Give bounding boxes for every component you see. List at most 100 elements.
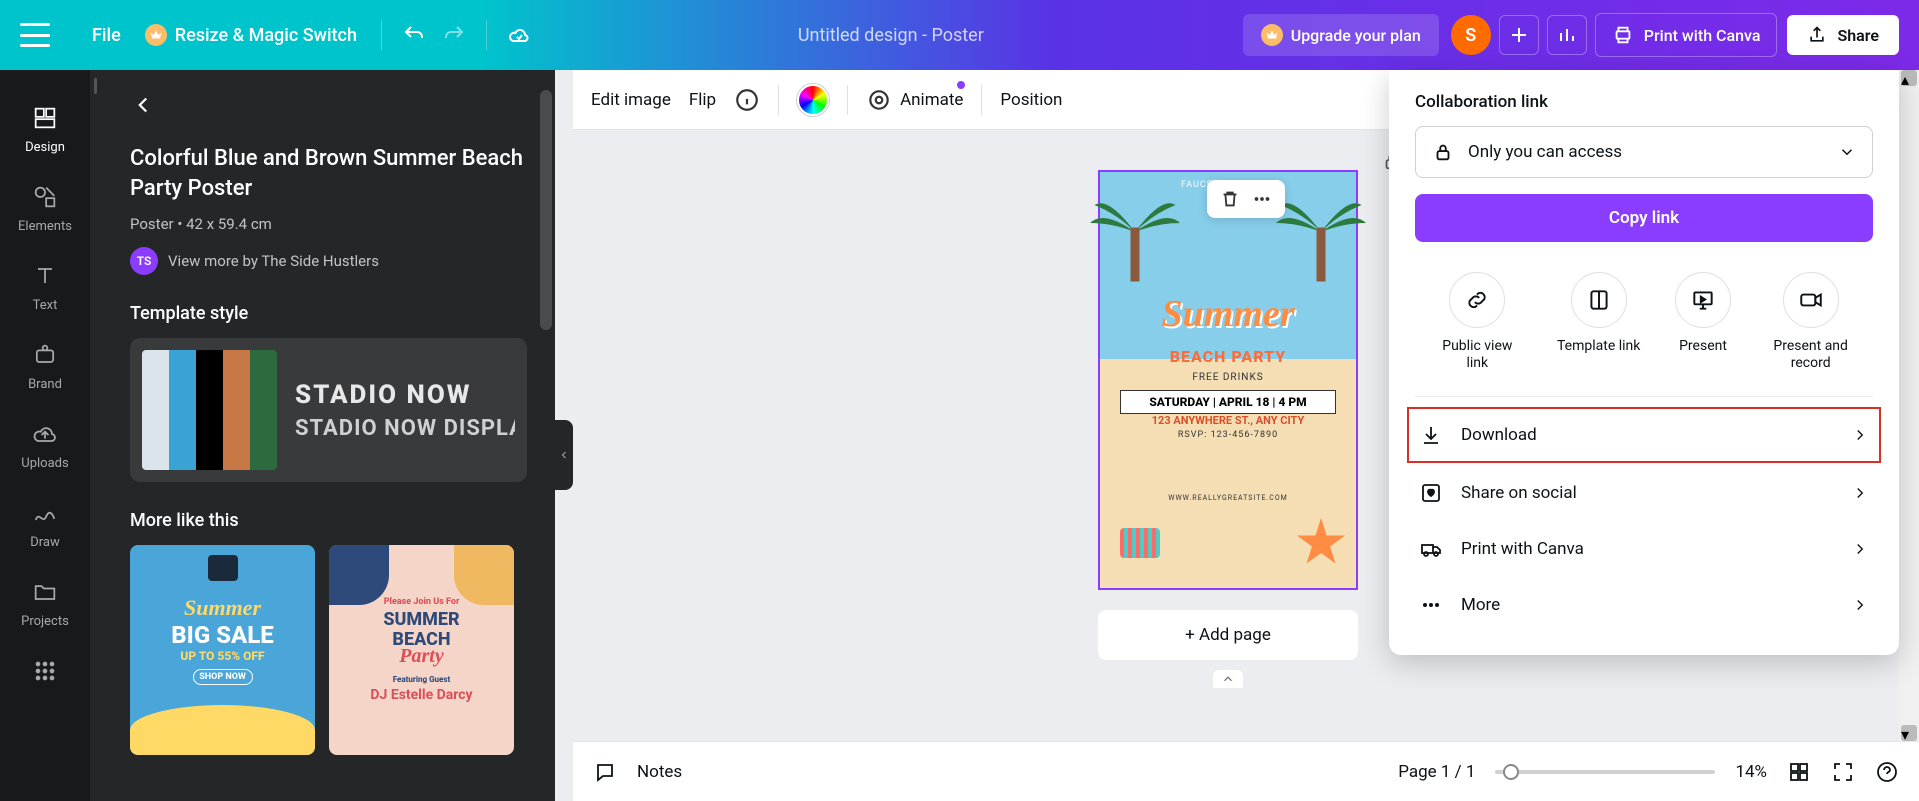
template-thumbnail[interactable]: Summer BIG SALE UP TO 55% OFF SHOP NOW [130, 545, 315, 755]
thumb-text: Featuring Guest [329, 675, 514, 684]
palm-tree-icon [1090, 172, 1180, 292]
link-icon [1449, 272, 1505, 328]
thumb-text: Summer [130, 595, 315, 621]
lock-icon [1432, 141, 1454, 163]
notes-icon[interactable] [593, 760, 617, 784]
collaboration-link-heading: Collaboration link [1415, 92, 1873, 112]
main-scrollbar[interactable]: ▴ ▾ [1899, 70, 1919, 741]
template-style-card[interactable]: STADIO NOW STADIO NOW DISPLAY [130, 338, 527, 482]
menu-label: More [1461, 595, 1500, 615]
zoom-slider-thumb[interactable] [1503, 764, 1519, 780]
nav-elements[interactable]: Elements [0, 169, 90, 248]
zoom-level[interactable]: 14% [1735, 762, 1767, 782]
share-menu-list: Download Share on social Print with Canv… [1415, 397, 1873, 633]
nav-label: Draw [30, 535, 60, 550]
print-canva-menu-item[interactable]: Print with Canva [1415, 521, 1873, 577]
nav-apps[interactable] [0, 643, 90, 699]
access-level-select[interactable]: Only you can access [1415, 126, 1873, 178]
design-title[interactable]: Untitled design - Poster [539, 25, 1243, 46]
rail-handle [90, 70, 102, 801]
nav-text[interactable]: Text [0, 248, 90, 327]
color-picker[interactable] [797, 84, 829, 116]
element-context-menu [1207, 180, 1285, 218]
position-button[interactable]: Position [1000, 90, 1062, 110]
public-view-link-option[interactable]: Public view link [1432, 272, 1522, 372]
poster-address: 123 ANYWHERE ST., ANY CITY [1100, 414, 1356, 427]
copy-link-button[interactable]: Copy link [1415, 194, 1873, 242]
print-with-canva-button[interactable]: Print with Canva [1595, 13, 1778, 57]
nav-design[interactable]: Design [0, 90, 90, 169]
delete-icon[interactable] [1219, 188, 1241, 210]
template-thumbnail[interactable]: Please Join Us For SUMMER BEACH Party Fe… [329, 545, 514, 755]
nav-brand[interactable]: Brand [0, 327, 90, 406]
user-avatar[interactable]: S [1451, 15, 1491, 55]
option-label: Present and record [1766, 338, 1856, 372]
design-canvas[interactable]: FAUCET & FRIENDS Summer BEACH PARTY FREE… [1098, 170, 1358, 590]
collapse-pages-button[interactable] [1213, 670, 1243, 688]
share-button[interactable]: Share [1787, 15, 1899, 55]
back-button[interactable] [130, 92, 527, 122]
resize-magic-switch[interactable]: Resize & Magic Switch [133, 16, 369, 54]
font-preview: STADIO NOW STADIO NOW DISPLAY [295, 380, 515, 441]
more-options-icon[interactable] [1251, 188, 1273, 210]
help-icon[interactable] [1875, 760, 1899, 784]
share-social-menu-item[interactable]: Share on social [1415, 465, 1873, 521]
scrollbar-thumb[interactable] [540, 90, 552, 330]
menu-label: Share on social [1461, 483, 1577, 503]
divider [486, 20, 487, 50]
undo-button[interactable] [394, 15, 434, 55]
file-menu[interactable]: File [80, 17, 133, 54]
author-link[interactable]: TS View more by The Side Hustlers [130, 247, 527, 275]
fullscreen-icon[interactable] [1831, 760, 1855, 784]
template-link-option[interactable]: Template link [1557, 272, 1640, 372]
collapse-panel-button[interactable] [555, 420, 573, 490]
flip-button[interactable]: Flip [689, 90, 716, 110]
more-like-this-heading: More like this [130, 510, 527, 531]
resize-label: Resize & Magic Switch [175, 25, 357, 46]
poster-subtitle: BEACH PARTY [1100, 347, 1356, 366]
present-option[interactable]: Present [1675, 272, 1731, 372]
thumb-text: DJ Estelle Darcy [329, 687, 514, 703]
divider [981, 85, 982, 115]
chevron-down-icon [1838, 143, 1856, 161]
nav-label: Brand [28, 377, 62, 392]
info-icon[interactable] [734, 87, 760, 113]
animate-button[interactable]: Animate [866, 87, 963, 113]
chevron-right-icon [1851, 426, 1869, 444]
poster-drinks: FREE DRINKS [1100, 372, 1356, 383]
share-label: Share [1837, 26, 1879, 45]
nav-projects[interactable]: Projects [0, 564, 90, 643]
chevron-right-icon [1851, 540, 1869, 558]
crown-icon [145, 24, 167, 46]
scroll-up-button[interactable]: ▴ [1901, 70, 1917, 86]
download-menu-item[interactable]: Download [1407, 407, 1881, 463]
menu-button[interactable] [20, 23, 50, 47]
upgrade-button[interactable]: Upgrade your plan [1243, 14, 1439, 56]
page-indicator[interactable]: Page 1 / 1 [1398, 762, 1475, 782]
scroll-down-button[interactable]: ▾ [1901, 725, 1917, 741]
poster-website: WWW.REALLYGREATSITE.COM [1100, 494, 1356, 502]
add-member-button[interactable] [1499, 15, 1539, 55]
cloud-sync-icon[interactable] [499, 15, 539, 55]
notification-dot-icon [957, 81, 965, 89]
heart-icon [1419, 481, 1443, 505]
nav-uploads[interactable]: Uploads [0, 406, 90, 485]
author-text: View more by The Side Hustlers [168, 252, 379, 270]
present-record-option[interactable]: Present and record [1766, 272, 1856, 372]
option-label: Template link [1557, 338, 1640, 355]
menu-label: Print with Canva [1461, 539, 1584, 559]
bottom-bar: Notes Page 1 / 1 14% [573, 741, 1919, 801]
notes-button[interactable]: Notes [637, 762, 682, 782]
analytics-button[interactable] [1547, 15, 1587, 55]
present-icon [1675, 272, 1731, 328]
camera-icon [1783, 272, 1839, 328]
add-page-button[interactable]: + Add page [1098, 610, 1358, 660]
more-menu-item[interactable]: More [1415, 577, 1873, 633]
redo-button[interactable] [434, 15, 474, 55]
grid-view-icon[interactable] [1787, 760, 1811, 784]
zoom-slider[interactable] [1495, 770, 1715, 774]
panel-scrollbar[interactable] [537, 70, 555, 801]
font-sample-1: STADIO NOW [295, 380, 515, 410]
nav-draw[interactable]: Draw [0, 485, 90, 564]
edit-image-button[interactable]: Edit image [591, 90, 671, 110]
